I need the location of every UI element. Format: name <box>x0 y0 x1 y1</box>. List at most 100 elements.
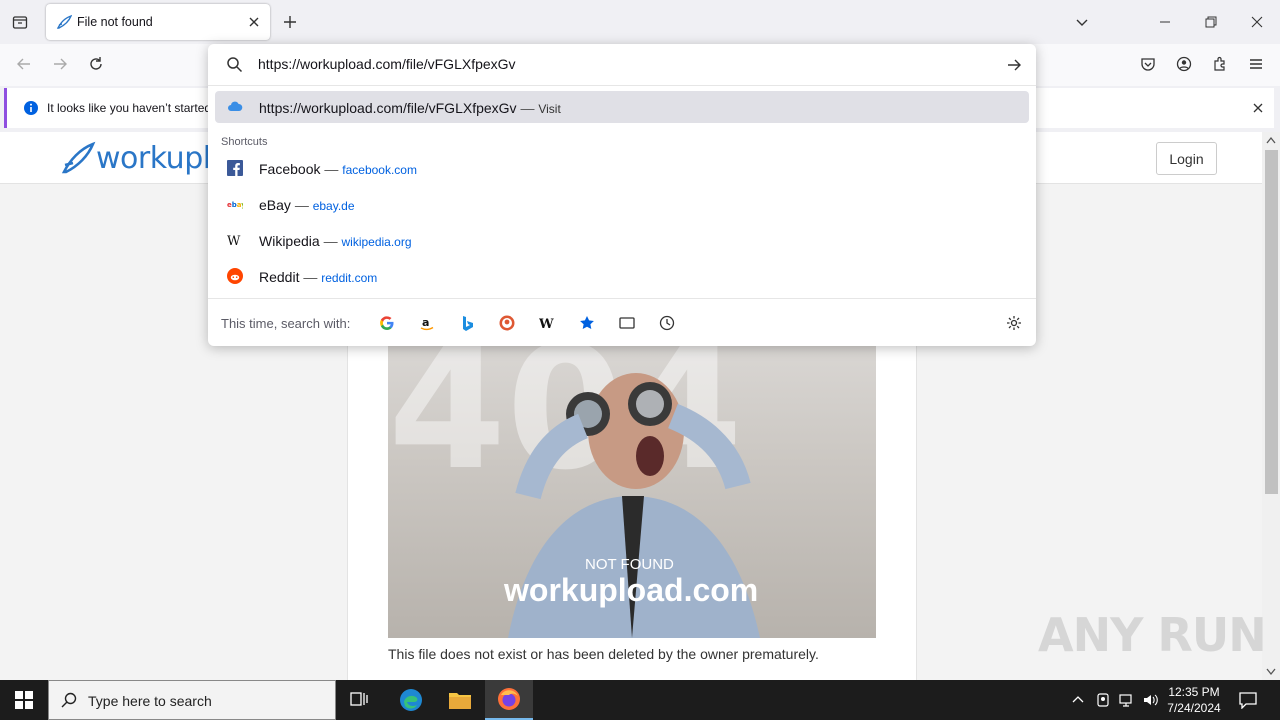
anyrun-watermark: ANY RUN <box>1038 608 1267 662</box>
list-all-tabs-button[interactable] <box>1068 8 1096 36</box>
go-arrow-icon[interactable] <box>1006 57 1022 73</box>
arrow-left-icon <box>17 58 30 70</box>
chevron-down-icon <box>1076 19 1088 26</box>
visit-url-result[interactable]: https://workupload.com/file/vFGLXfpexGv … <box>215 91 1029 123</box>
scroll-up-arrow-icon[interactable] <box>1266 136 1276 144</box>
login-button[interactable]: Login <box>1156 142 1217 175</box>
reload-icon <box>90 57 102 70</box>
workupload-logo-icon[interactable] <box>60 140 96 176</box>
windows-logo-icon <box>15 691 33 709</box>
svg-text:a: a <box>422 316 429 329</box>
shortcut-name: eBay <box>259 197 291 213</box>
shortcut-url: facebook.com <box>342 163 417 177</box>
notification-text: It looks like you haven’t started <box>47 101 212 115</box>
shortcut-url: reddit.com <box>321 271 378 285</box>
file-not-found-description: This file does not exist or has been del… <box>388 646 819 662</box>
firefox-taskbar-button[interactable] <box>485 680 533 720</box>
volume-icon[interactable] <box>1142 692 1160 708</box>
url-input[interactable]: https://workupload.com/file/vFGLXfpexGv <box>258 56 516 72</box>
image-overlay-big: workupload.com <box>504 572 759 608</box>
minimize-button[interactable] <box>1151 8 1179 36</box>
forward-button[interactable] <box>46 50 74 78</box>
minimize-icon <box>1160 21 1170 23</box>
notifications-icon[interactable] <box>1238 691 1258 709</box>
reddit-icon <box>227 268 243 284</box>
windows-taskbar: Type here to search 12:35 PM 7/24/2024 <box>0 680 1280 720</box>
google-icon <box>380 316 394 330</box>
shortcut-wikipedia[interactable]: W Wikipedia — wikipedia.org <box>215 224 1029 256</box>
close-window-icon <box>1251 16 1263 28</box>
ebay-icon: ebay <box>227 201 243 209</box>
wikipedia-icon: W <box>227 234 241 248</box>
network-icon[interactable] <box>1118 692 1136 708</box>
svg-text:ebay: ebay <box>227 201 243 209</box>
edge-taskbar-button[interactable] <box>387 680 435 720</box>
bookmarks-search-button[interactable] <box>578 314 596 332</box>
wikipedia-engine-button[interactable]: W <box>538 314 556 332</box>
history-search-button[interactable] <box>658 314 676 332</box>
tab-strip: File not found <box>0 0 1280 44</box>
shortcut-url: ebay.de <box>312 199 355 213</box>
reload-button[interactable] <box>82 50 110 78</box>
account-icon <box>1176 56 1192 72</box>
workupload-favicon-icon <box>56 14 72 29</box>
shortcut-name: Reddit <box>259 269 300 285</box>
taskbar-clock[interactable]: 12:35 PM 7/24/2024 <box>1162 684 1226 716</box>
shortcut-ebay[interactable]: ebay eBay — ebay.de <box>215 188 1029 220</box>
puzzle-icon <box>1214 56 1225 71</box>
edge-icon <box>400 689 422 711</box>
pocket-icon <box>1141 58 1155 71</box>
taskbar-search-box[interactable]: Type here to search <box>48 680 336 720</box>
image-overlay-small: NOT FOUND <box>585 556 674 573</box>
menu-button[interactable] <box>1242 50 1270 78</box>
firefox-icon <box>498 688 520 710</box>
close-notification-icon[interactable] <box>1251 101 1265 115</box>
info-icon <box>24 101 38 115</box>
scrollbar-thumb[interactable] <box>1265 150 1278 494</box>
file-explorer-taskbar-button[interactable] <box>436 680 484 720</box>
svg-text:W: W <box>227 234 241 248</box>
account-button[interactable] <box>1170 50 1198 78</box>
close-window-button[interactable] <box>1243 8 1271 36</box>
bing-engine-button[interactable] <box>458 314 476 332</box>
visit-result-url: https://workupload.com/file/vFGLXfpexGv <box>259 100 517 116</box>
new-tab-button[interactable] <box>276 8 304 36</box>
meet-now-icon[interactable] <box>1096 692 1110 708</box>
restore-button[interactable] <box>1197 8 1225 36</box>
show-hidden-icons-chevron-icon[interactable] <box>1072 694 1084 704</box>
urlbar-dropdown: https://workupload.com/file/vFGLXfpexGv … <box>208 44 1036 346</box>
google-engine-button[interactable] <box>378 314 396 332</box>
cloud-icon <box>228 101 243 111</box>
tab-icon <box>619 317 635 329</box>
url-input-row[interactable]: https://workupload.com/file/vFGLXfpexGv <box>208 44 1036 86</box>
arrow-right-icon <box>54 58 67 70</box>
clock-icon <box>659 315 675 331</box>
scroll-down-arrow-icon[interactable] <box>1266 668 1276 676</box>
tabs-search-button[interactable] <box>618 314 636 332</box>
search-settings-button[interactable] <box>1005 314 1023 332</box>
visit-result-action: Visit <box>538 102 561 116</box>
back-button[interactable] <box>10 50 38 78</box>
not-found-image: 404 NOT FOUND workupload.com <box>388 346 876 638</box>
shortcut-reddit[interactable]: Reddit — reddit.com <box>215 260 1029 292</box>
start-button[interactable] <box>0 680 48 720</box>
search-icon <box>227 57 243 73</box>
duckduckgo-icon <box>499 315 515 331</box>
close-tab-icon[interactable] <box>246 14 262 30</box>
folder-icon <box>449 693 471 709</box>
search-with-label: This time, search with: <box>221 316 351 331</box>
extensions-button[interactable] <box>1206 50 1234 78</box>
amazon-engine-button[interactable]: a <box>418 314 436 332</box>
gear-icon <box>1007 316 1021 330</box>
svg-text:W: W <box>539 317 554 331</box>
pocket-button[interactable] <box>1134 50 1162 78</box>
taskbar-search-placeholder: Type here to search <box>88 693 212 709</box>
page-scrollbar[interactable] <box>1262 132 1280 680</box>
duckduckgo-engine-button[interactable] <box>498 314 516 332</box>
tab-title: File not found <box>77 15 153 29</box>
task-view-button[interactable] <box>336 680 384 720</box>
shortcut-facebook[interactable]: Facebook — facebook.com <box>215 152 1029 184</box>
clock-time: 12:35 PM <box>1168 685 1220 699</box>
firefox-view-button[interactable] <box>6 8 34 36</box>
tab-file-not-found[interactable]: File not found <box>46 4 270 40</box>
